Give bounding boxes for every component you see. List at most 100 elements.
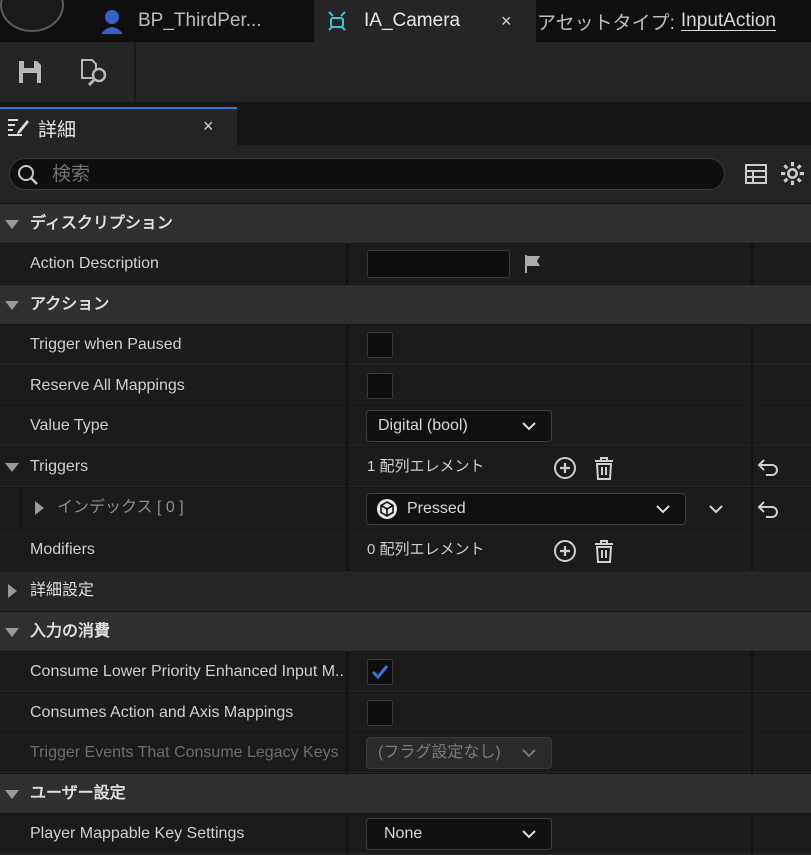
column-splitter[interactable] <box>346 244 348 284</box>
column-splitter[interactable] <box>346 652 348 692</box>
column-splitter[interactable] <box>751 366 753 406</box>
column-splitter[interactable] <box>751 530 753 570</box>
add-element-icon[interactable] <box>553 539 577 563</box>
player-mappable-dropdown[interactable]: None <box>366 818 552 850</box>
expand-arrow-icon[interactable] <box>35 501 44 515</box>
property-label: Action Description <box>30 255 159 272</box>
column-splitter[interactable] <box>751 406 753 446</box>
input-action-icon <box>326 10 348 38</box>
delete-all-trash-icon[interactable] <box>592 539 616 563</box>
column-splitter[interactable] <box>346 447 348 487</box>
save-icon <box>19 61 41 83</box>
column-splitter[interactable] <box>346 693 348 733</box>
category-title: 詳細設定 <box>30 582 95 599</box>
column-splitter[interactable] <box>346 814 348 854</box>
property-row-trigger-index-0: インデックス [ 0 ] Pressed <box>0 487 811 530</box>
column-splitter[interactable] <box>346 325 348 365</box>
column-splitter[interactable] <box>751 488 753 530</box>
column-splitter[interactable] <box>346 366 348 406</box>
collapse-arrow-icon[interactable] <box>5 790 19 799</box>
category-description[interactable]: ディスクリプション <box>0 203 811 243</box>
consume-lower-priority-checkbox[interactable] <box>367 659 393 685</box>
dropdown-value: None <box>384 825 423 842</box>
category-action[interactable]: アクション <box>0 284 811 324</box>
trigger-class-icon <box>377 499 397 519</box>
value-type-dropdown[interactable]: Digital (bool) <box>366 410 552 442</box>
close-details-icon[interactable]: × <box>203 116 214 137</box>
collapse-arrow-icon[interactable] <box>5 463 19 472</box>
tab-ia-camera[interactable]: IA_Camera × <box>314 0 536 42</box>
chevron-down-icon <box>522 422 536 431</box>
element-options-chevron-icon[interactable] <box>708 502 724 516</box>
search-input[interactable] <box>50 159 714 191</box>
collapse-arrow-icon[interactable] <box>5 628 19 637</box>
chevron-down-icon <box>656 505 670 514</box>
save-button[interactable] <box>12 54 48 90</box>
column-splitter[interactable] <box>751 447 753 487</box>
property-row-action-description: Action Description <box>0 243 811 284</box>
asset-type-label: アセットタイプ: <box>537 12 675 34</box>
category-title: アクション <box>30 296 110 313</box>
column-splitter[interactable] <box>346 733 348 773</box>
delete-all-trash-icon[interactable] <box>592 456 616 480</box>
localization-flag-icon[interactable] <box>523 254 543 274</box>
chevron-down-icon <box>522 749 536 758</box>
property-label: Consumes Action and Axis Mappings <box>30 704 294 721</box>
chevron-down-icon <box>522 830 536 839</box>
action-description-input[interactable] <box>367 250 510 278</box>
collapse-arrow-icon[interactable] <box>5 301 19 310</box>
column-splitter[interactable] <box>346 488 348 530</box>
dropdown-value: (フラグ設定なし) <box>378 744 501 761</box>
property-label: Trigger Events That Consume Legacy Keys <box>30 744 339 761</box>
settings-gear-icon[interactable] <box>780 161 805 186</box>
category-user-settings[interactable]: ユーザー設定 <box>0 773 811 813</box>
property-label: Triggers <box>30 458 89 475</box>
legacy-keys-flags-dropdown: (フラグ設定なし) <box>366 737 552 769</box>
property-label: Value Type <box>30 417 109 434</box>
unreal-logo-icon[interactable] <box>0 0 64 32</box>
expand-arrow-icon[interactable] <box>8 584 17 598</box>
property-matrix-icon[interactable] <box>744 162 768 186</box>
trigger-when-paused-checkbox[interactable] <box>367 332 393 358</box>
category-advanced[interactable]: 詳細設定 <box>0 570 811 610</box>
consumes-action-axis-checkbox[interactable] <box>367 700 393 726</box>
property-row-player-mappable: Player Mappable Key Settings None <box>0 813 811 854</box>
property-row-trigger-events-legacy: Trigger Events That Consume Legacy Keys … <box>0 732 811 773</box>
collapse-arrow-icon[interactable] <box>5 220 19 229</box>
toolbar-divider <box>134 42 136 102</box>
category-title: ディスクリプション <box>30 215 173 232</box>
property-label: Consume Lower Priority Enhanced Input M.… <box>30 663 345 680</box>
tab-bp-thirdperson[interactable]: BP_ThirdPer... <box>92 0 312 42</box>
reserve-all-mappings-checkbox[interactable] <box>367 373 393 399</box>
search-box <box>9 158 725 191</box>
column-splitter[interactable] <box>346 530 348 570</box>
checkmark-icon <box>371 665 389 680</box>
category-input-consumption[interactable]: 入力の消費 <box>0 611 811 651</box>
details-icon <box>6 116 30 143</box>
property-row-triggers: Triggers 1 配列エレメント <box>0 446 811 487</box>
column-splitter[interactable] <box>346 406 348 446</box>
details-tab-label: 詳細 <box>38 120 77 141</box>
array-element-count: 1 配列エレメント <box>367 458 485 475</box>
tab-label: BP_ThirdPer... <box>138 10 262 31</box>
column-splitter[interactable] <box>751 693 753 733</box>
reset-to-default-icon[interactable] <box>757 499 779 519</box>
property-label: Modifiers <box>30 541 95 558</box>
close-tab-icon[interactable]: × <box>501 11 512 32</box>
browse-to-asset-button[interactable] <box>76 54 112 90</box>
property-row-trigger-when-paused: Trigger when Paused <box>0 324 811 365</box>
property-label: Reserve All Mappings <box>30 377 185 394</box>
column-splitter[interactable] <box>751 652 753 692</box>
column-splitter[interactable] <box>751 733 753 773</box>
column-splitter[interactable] <box>751 325 753 365</box>
property-row-reserve-all-mappings: Reserve All Mappings <box>0 365 811 406</box>
details-panel-tab[interactable]: 詳細 × <box>0 107 237 145</box>
column-splitter[interactable] <box>751 244 753 284</box>
asset-type-link[interactable]: InputAction <box>681 10 776 32</box>
reset-to-default-icon[interactable] <box>757 457 779 477</box>
add-element-icon[interactable] <box>553 456 577 480</box>
trigger-class-dropdown[interactable]: Pressed <box>366 493 686 525</box>
toolbar <box>0 42 811 102</box>
column-splitter[interactable] <box>751 814 753 854</box>
property-label: Player Mappable Key Settings <box>30 825 245 842</box>
